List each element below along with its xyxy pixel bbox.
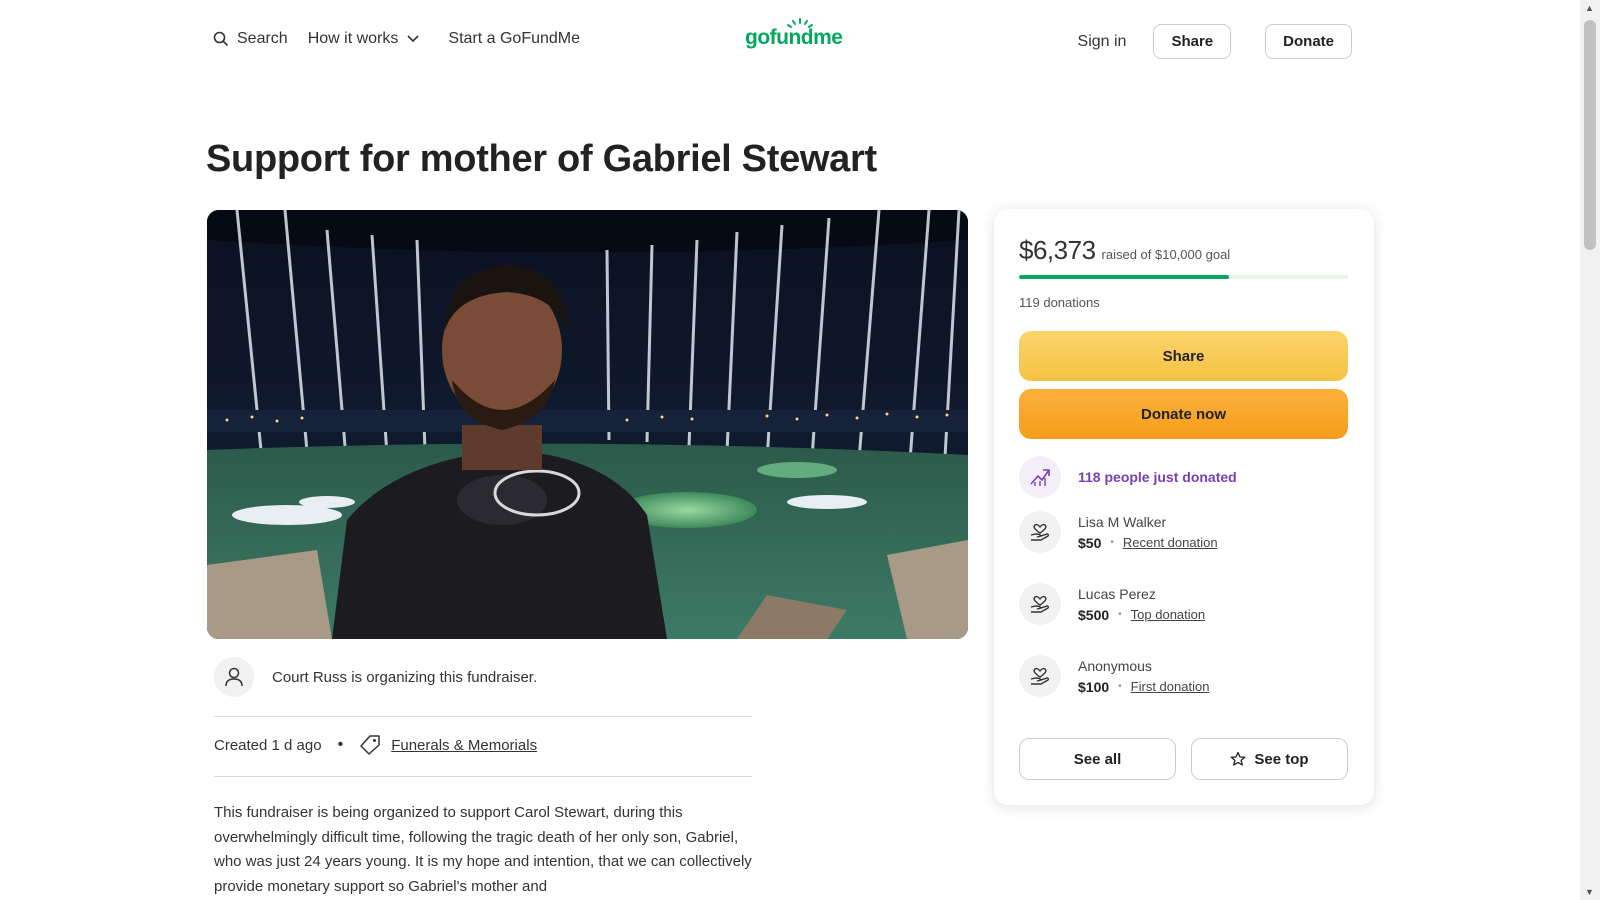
- logo-sun-icon: [787, 18, 813, 28]
- heart-hand-icon: [1030, 523, 1050, 541]
- page-title: Support for mother of Gabriel Stewart: [206, 138, 877, 180]
- sign-in-link[interactable]: Sign in: [1078, 33, 1127, 51]
- see-top-label: See top: [1254, 750, 1309, 768]
- donor-detail: $500 • Top donation: [1078, 607, 1205, 623]
- chevron-down-icon: [407, 35, 419, 43]
- start-gofundme-label: Start a GoFundMe: [448, 30, 581, 47]
- header-nav: Search How it works Start a GoFundMe: [213, 30, 580, 48]
- donor-separator: •: [1118, 609, 1122, 620]
- donate-now-button[interactable]: Donate now: [1019, 389, 1348, 439]
- donor-separator: •: [1110, 537, 1114, 548]
- person-icon: [225, 667, 243, 687]
- donation-card: $6,373 raised of $10,000 goal 119 donati…: [994, 209, 1374, 805]
- share-button[interactable]: Share: [1019, 331, 1348, 381]
- organizer-avatar: [214, 657, 254, 697]
- donor-name: Lisa M Walker: [1078, 513, 1167, 530]
- donor-name: Lucas Perez: [1078, 585, 1156, 602]
- trend-icon-wrap: [1019, 456, 1061, 498]
- category-link[interactable]: Funerals & Memorials: [391, 737, 537, 754]
- divider: [214, 716, 752, 717]
- goal-text: raised of $10,000 goal: [1101, 247, 1231, 262]
- donor-icon-wrap: [1019, 655, 1061, 697]
- progress-fill: [1019, 275, 1229, 279]
- search-button[interactable]: Search: [213, 30, 288, 48]
- search-icon: [213, 31, 229, 47]
- campaign-photo[interactable]: [207, 210, 968, 639]
- progress-bar: [1019, 275, 1348, 279]
- header-donate-button[interactable]: Donate: [1265, 24, 1352, 59]
- see-top-button[interactable]: See top: [1191, 738, 1348, 780]
- donor-tag-link[interactable]: Top donation: [1131, 607, 1205, 622]
- search-label: Search: [237, 30, 288, 47]
- trending-up-icon: [1030, 469, 1050, 486]
- fundraiser-description: This fundraiser is being organized to su…: [214, 804, 752, 895]
- heart-hand-icon: [1030, 667, 1050, 685]
- see-all-button[interactable]: See all: [1019, 738, 1176, 780]
- scroll-up-icon[interactable]: ▲: [1585, 3, 1594, 13]
- donor-icon-wrap: [1019, 511, 1061, 553]
- raised-summary: $6,373 raised of $10,000 goal: [1019, 235, 1230, 266]
- donor-info: Lucas Perez $500 • Top donation: [1078, 586, 1205, 623]
- page-scrollbar[interactable]: ▲ ▼: [1580, 0, 1600, 900]
- donor-detail: $50 • Recent donation: [1078, 535, 1218, 551]
- meta-separator: •: [337, 736, 344, 753]
- created-date: Created 1 d ago: [214, 736, 322, 754]
- how-it-works-menu[interactable]: How it works: [308, 30, 421, 48]
- scrollbar-thumb[interactable]: [1584, 20, 1596, 250]
- raised-amount: $6,373: [1019, 235, 1096, 265]
- donor-item: Lucas Perez $500 • Top donation: [1019, 583, 1205, 625]
- donor-icon-wrap: [1019, 583, 1061, 625]
- donor-separator: •: [1118, 681, 1122, 692]
- how-it-works-label: How it works: [307, 30, 399, 47]
- recent-activity: 118 people just donated: [1019, 456, 1237, 498]
- donor-amount: $50: [1078, 534, 1102, 551]
- donor-info: Lisa M Walker $50 • Recent donation: [1078, 514, 1218, 551]
- divider: [214, 776, 752, 777]
- donor-amount: $100: [1078, 678, 1110, 695]
- organizer-text: Court Russ is organizing this fundraiser…: [272, 668, 538, 686]
- donor-tag-link[interactable]: Recent donation: [1123, 535, 1218, 550]
- organizer-row: Court Russ is organizing this fundraiser…: [214, 657, 537, 697]
- start-gofundme-link[interactable]: Start a GoFundMe: [448, 30, 580, 48]
- heart-hand-icon: [1030, 595, 1050, 613]
- top-header: Search How it works Start a GoFundMe gof…: [0, 0, 1580, 84]
- scroll-down-icon[interactable]: ▼: [1585, 887, 1594, 897]
- donations-count: 119 donations: [1019, 295, 1100, 310]
- donor-item: Lisa M Walker $50 • Recent donation: [1019, 511, 1218, 553]
- donor-amount: $500: [1078, 606, 1110, 623]
- header-actions: Sign in Share Donate: [1078, 24, 1352, 59]
- donor-tag-link[interactable]: First donation: [1131, 679, 1210, 694]
- donor-name: Anonymous: [1078, 657, 1152, 674]
- donor-info: Anonymous $100 • First donation: [1078, 658, 1209, 695]
- tag-icon: [360, 735, 380, 755]
- star-icon: [1230, 751, 1246, 766]
- fundraiser-meta: Created 1 d ago • Funerals & Memorials: [214, 734, 537, 756]
- donor-item: Anonymous $100 • First donation: [1019, 655, 1209, 697]
- gofundme-logo[interactable]: gofundme: [745, 18, 843, 50]
- see-all-label: See all: [1073, 750, 1122, 768]
- recent-activity-text: 118 people just donated: [1078, 469, 1237, 485]
- header-share-button[interactable]: Share: [1153, 24, 1232, 59]
- donor-detail: $100 • First donation: [1078, 679, 1209, 695]
